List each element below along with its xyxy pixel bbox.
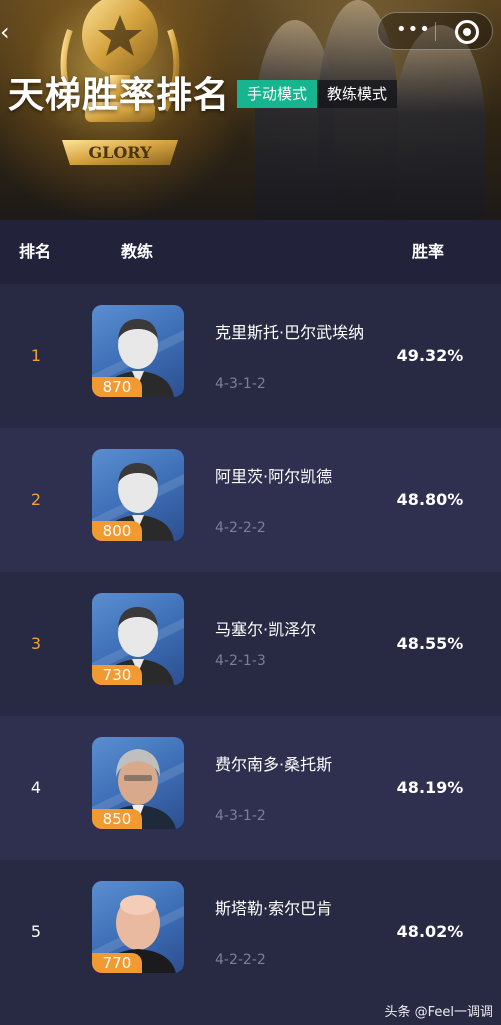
coach-avatar[interactable]: 870 (92, 305, 184, 397)
rank-number: 3 (30, 634, 42, 653)
header-banner: GLORY ‹ ••• 天梯胜率排名 手动模式 教练模式 (0, 0, 501, 220)
coach-name: 克里斯托·巴尔武埃纳 (215, 323, 365, 342)
more-icon[interactable]: ••• (396, 21, 431, 39)
score-badge: 870 (92, 377, 142, 397)
rank-number: 5 (30, 922, 42, 941)
mini-program-capsule: ••• (377, 12, 493, 50)
win-rate: 48.80% (396, 490, 464, 509)
table-row[interactable]: 3 730 马塞尔·凯泽尔 4-2-1-3 48.55% (0, 572, 501, 716)
rank-number: 1 (30, 346, 42, 365)
table-header: 排名 教练 胜率 (0, 220, 501, 284)
coach-avatar[interactable]: 800 (92, 449, 184, 541)
score-badge: 730 (92, 665, 142, 685)
win-rate: 49.32% (396, 346, 464, 365)
coach-name: 阿里茨·阿尔凯德 (215, 467, 333, 486)
capsule-divider (435, 22, 436, 41)
table-row[interactable]: 4 850 费尔南多·桑托斯 4-3-1-2 48.19% (0, 716, 501, 860)
score-badge: 770 (92, 953, 142, 973)
score-badge: 850 (92, 809, 142, 829)
column-coach: 教练 (121, 242, 154, 261)
banner-coach-image-3 (395, 25, 485, 220)
glory-trophy-text: GLORY (88, 143, 152, 162)
coach-formation: 4-2-1-3 (215, 653, 266, 669)
win-rate: 48.55% (396, 634, 464, 653)
rank-number: 2 (30, 490, 42, 509)
coach-name: 马塞尔·凯泽尔 (215, 620, 317, 639)
tab-manual-mode[interactable]: 手动模式 (237, 80, 318, 108)
coach-avatar[interactable]: 850 (92, 737, 184, 829)
column-win-rate: 胜率 (412, 242, 445, 261)
table-row[interactable]: 1 870 克里斯托·巴尔武埃纳 4-3-1-2 49.32% (0, 284, 501, 428)
page-title: 天梯胜率排名 (8, 75, 231, 116)
coach-name: 斯塔勒·索尔巴肯 (215, 899, 333, 918)
coach-formation: 4-3-1-2 (215, 808, 266, 824)
coach-formation: 4-2-2-2 (215, 520, 266, 536)
rank-number: 4 (30, 778, 42, 797)
table-row[interactable]: 2 800 阿里茨·阿尔凯德 4-2-2-2 48.80% (0, 428, 501, 572)
score-badge: 800 (92, 521, 142, 541)
coach-formation: 4-3-1-2 (215, 376, 266, 392)
back-arrow-icon[interactable]: ‹ (0, 20, 14, 44)
close-target-icon[interactable] (455, 20, 479, 44)
table-row[interactable]: 5 770 斯塔勒·索尔巴肯 4-2-2-2 48.02% (0, 860, 501, 1004)
coach-avatar[interactable]: 730 (92, 593, 184, 685)
mode-tabs: 手动模式 教练模式 (237, 80, 398, 108)
coach-avatar[interactable]: 770 (92, 881, 184, 973)
win-rate: 48.19% (396, 778, 464, 797)
tab-coach-mode[interactable]: 教练模式 (317, 80, 398, 108)
coach-name: 费尔南多·桑托斯 (215, 755, 333, 774)
column-rank: 排名 (19, 242, 52, 261)
coach-formation: 4-2-2-2 (215, 952, 266, 968)
watermark: 头条 @Feel一调调 (384, 1005, 493, 1020)
win-rate: 48.02% (396, 922, 464, 941)
